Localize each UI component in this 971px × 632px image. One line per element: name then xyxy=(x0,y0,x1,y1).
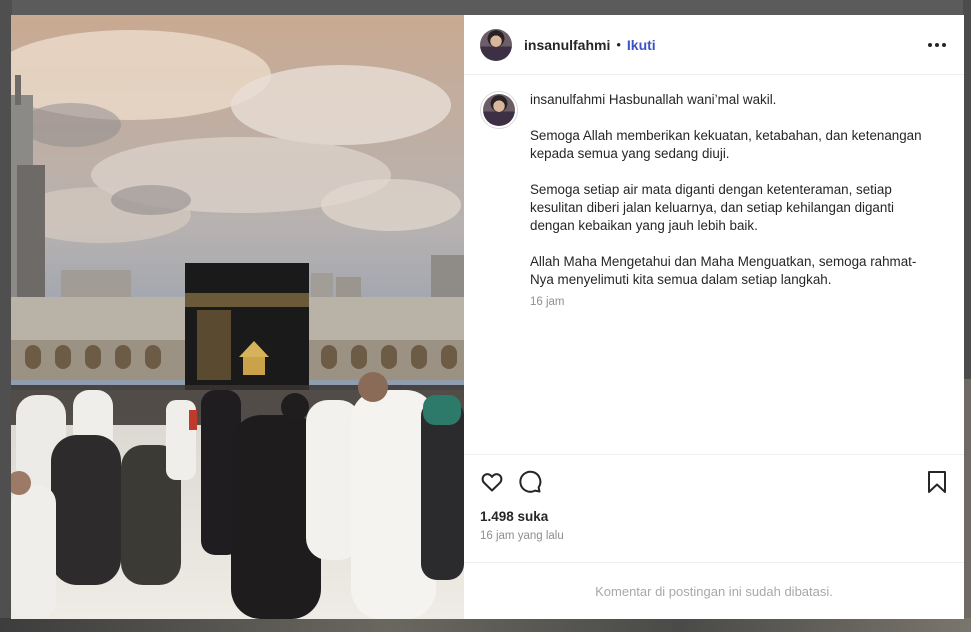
post-header: insanulfahmi • Ikuti xyxy=(464,15,964,75)
caption-section: insanulfahmi Hasbunallah wani’mal wakil.… xyxy=(464,75,964,454)
post-timestamp: 16 jam yang lalu xyxy=(480,530,564,542)
heart-icon[interactable] xyxy=(480,470,504,494)
caption-avatar[interactable] xyxy=(480,91,518,454)
comment-icon[interactable] xyxy=(518,470,542,494)
caption-first-line: insanulfahmi Hasbunallah wani’mal wakil. xyxy=(530,91,930,109)
post-modal: insanulfahmi • Ikuti insanulfahmi Hasbun… xyxy=(11,15,964,619)
follow-button[interactable]: Ikuti xyxy=(627,37,656,53)
backdrop xyxy=(963,0,971,632)
username-link[interactable]: insanulfahmi xyxy=(524,37,610,53)
post-details-panel: insanulfahmi • Ikuti insanulfahmi Hasbun… xyxy=(464,15,964,619)
caption-first-line-text: Hasbunallah wani’mal wakil. xyxy=(608,92,777,107)
caption-paragraph: Allah Maha Mengetahui dan Maha Menguatka… xyxy=(530,254,917,287)
caption-text: insanulfahmi Hasbunallah wani’mal wakil.… xyxy=(530,91,930,454)
caption-paragraph: Semoga setiap air mata diganti dengan ke… xyxy=(530,182,895,233)
avatar[interactable] xyxy=(480,28,512,61)
more-horizontal-icon[interactable] xyxy=(924,37,950,53)
likes-count[interactable]: 1.498 suka xyxy=(480,509,948,524)
caption-paragraph: Semoga Allah memberikan kekuatan, ketaba… xyxy=(530,128,922,161)
avatar xyxy=(483,94,515,126)
separator-dot: • xyxy=(616,37,621,52)
action-bar xyxy=(480,467,948,497)
caption-username[interactable]: insanulfahmi xyxy=(530,92,605,107)
comments-limited-notice: Komentar di postingan ini sudah dibatasi… xyxy=(464,562,964,619)
post-photo xyxy=(11,15,464,619)
bookmark-icon[interactable] xyxy=(926,470,948,494)
post-actions: 1.498 suka 16 jam yang lalu xyxy=(464,454,964,562)
backdrop xyxy=(0,618,971,632)
caption-timestamp: 16 jam xyxy=(530,296,565,308)
